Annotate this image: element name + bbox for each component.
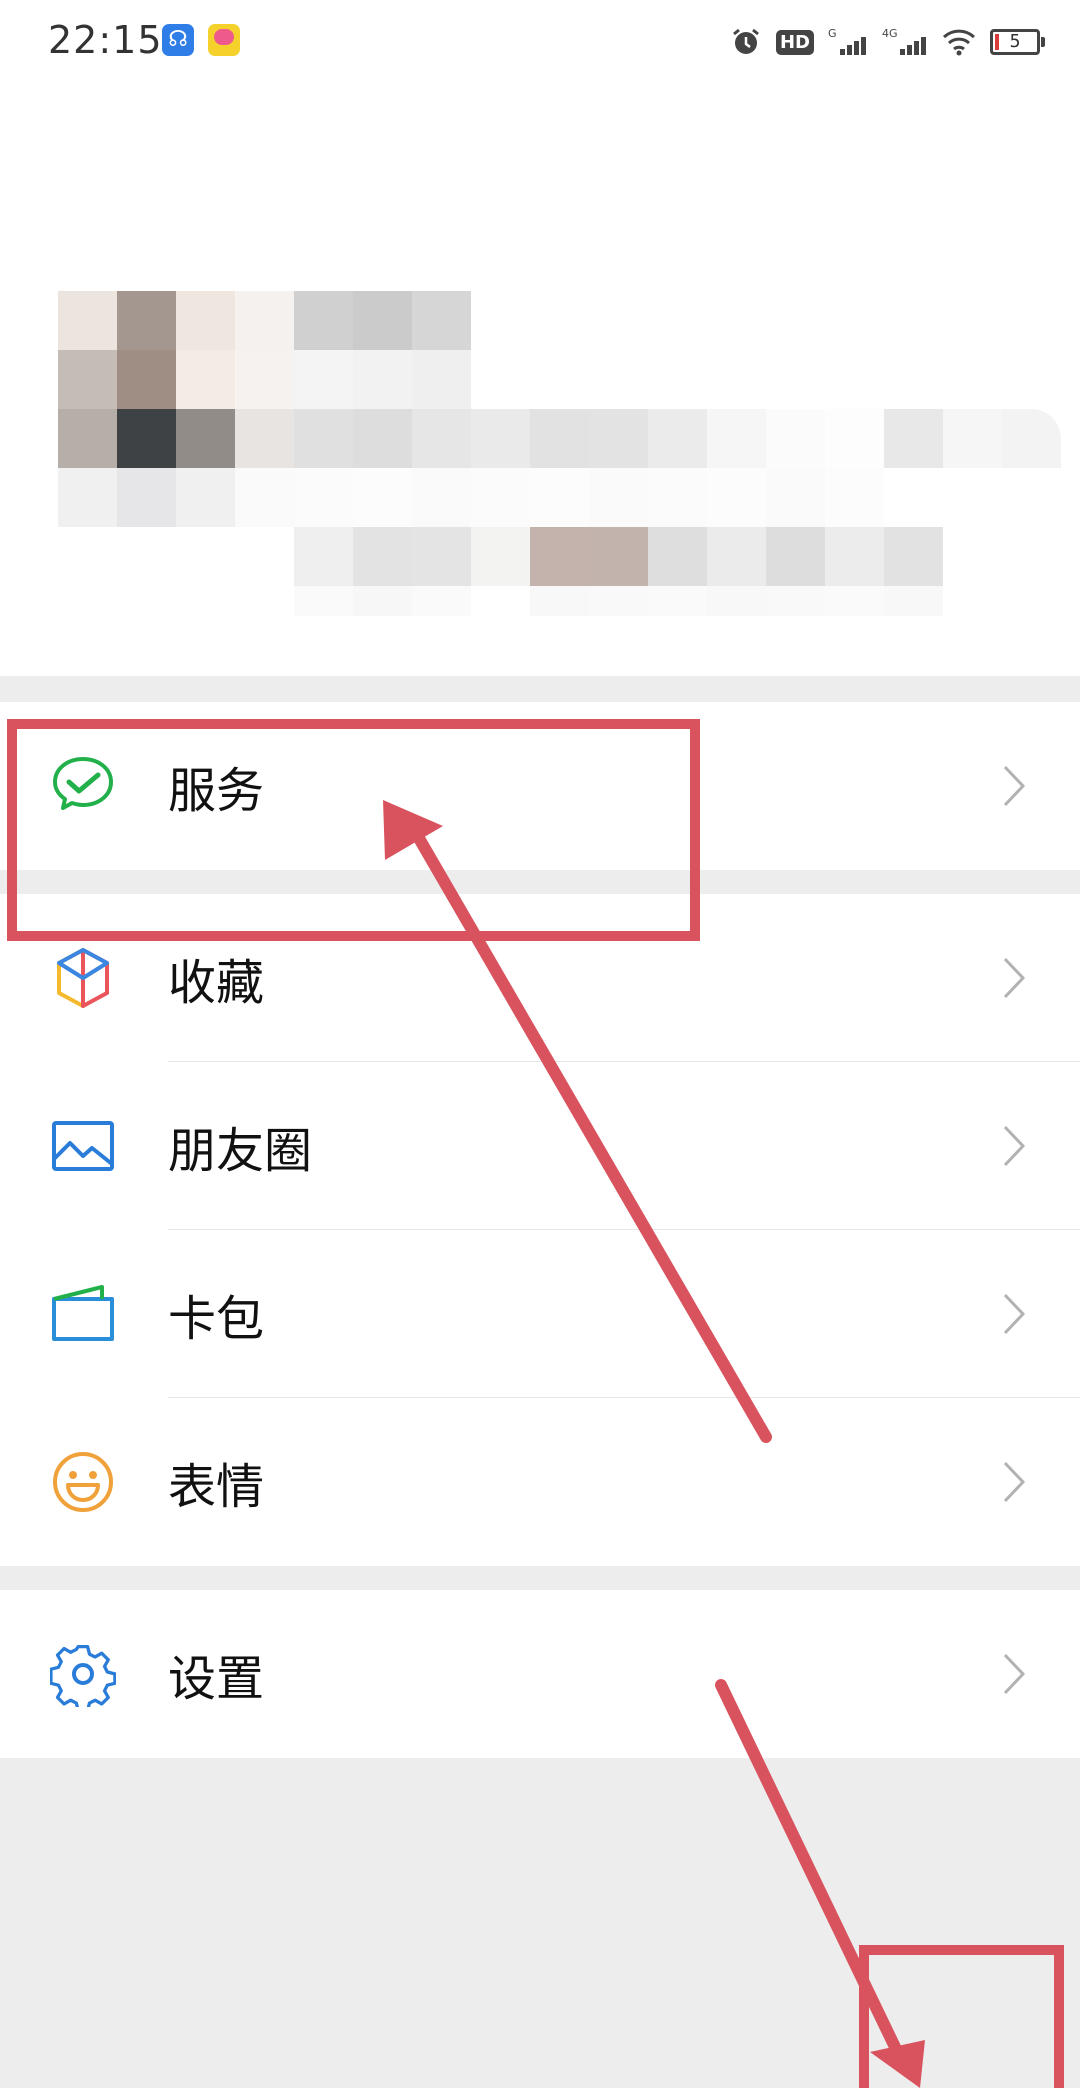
wallet-icon bbox=[50, 1281, 116, 1347]
status-icons: HD G 4G 5 bbox=[730, 20, 1045, 64]
menu-item-cards[interactable]: 卡包 bbox=[0, 1230, 1080, 1398]
gear-icon bbox=[50, 1641, 116, 1707]
menu-item-favorites[interactable]: 收藏 bbox=[0, 894, 1080, 1062]
chevron-right-icon bbox=[1002, 764, 1026, 808]
menu-label-stickers: 表情 bbox=[168, 1459, 265, 1515]
svg-text:4G: 4G bbox=[882, 27, 898, 40]
notification-icons: ☊ bbox=[162, 24, 240, 56]
settings-group: 设置 bbox=[0, 1590, 1080, 1758]
alarm-icon bbox=[733, 28, 759, 54]
menu-label-services: 服务 bbox=[168, 763, 265, 819]
menu-label-favorites: 收藏 bbox=[168, 955, 265, 1011]
picture-icon bbox=[50, 1113, 116, 1179]
services-group: 服务 bbox=[0, 702, 1080, 870]
wifi-icon bbox=[942, 29, 976, 56]
battery-level: 5 bbox=[1009, 31, 1021, 52]
signal-4g-icon: 4G bbox=[882, 27, 926, 55]
status-bar: 22:15 ☊ HD G 4G 5 bbox=[0, 0, 1080, 86]
wechat-pay-check-icon bbox=[50, 753, 116, 819]
chevron-right-icon bbox=[1002, 1460, 1026, 1504]
chevron-right-icon bbox=[1002, 1652, 1026, 1696]
app-notification-icon: ☊ bbox=[162, 24, 194, 56]
menu-label-settings: 设置 bbox=[168, 1651, 265, 1707]
smiley-icon bbox=[50, 1449, 116, 1515]
profile-header[interactable] bbox=[0, 86, 1080, 676]
app-notification-icon-2 bbox=[208, 24, 240, 56]
arrow-head-bottom bbox=[870, 2040, 925, 2088]
svg-text:G: G bbox=[828, 27, 837, 40]
main-menu-group: 收藏 朋友圈 卡包 表情 bbox=[0, 894, 1080, 1566]
menu-item-settings[interactable]: 设置 bbox=[0, 1590, 1080, 1758]
menu-item-stickers[interactable]: 表情 bbox=[0, 1398, 1080, 1566]
menu-label-cards: 卡包 bbox=[168, 1291, 265, 1347]
hd-icon: HD bbox=[775, 29, 814, 55]
chevron-right-icon bbox=[1002, 1124, 1026, 1168]
menu-item-moments[interactable]: 朋友圈 bbox=[0, 1062, 1080, 1230]
chevron-right-icon bbox=[1002, 956, 1026, 1000]
signal-icon: G bbox=[828, 27, 866, 55]
battery-icon: 5 bbox=[990, 29, 1045, 55]
cube-icon bbox=[50, 945, 116, 1011]
chevron-right-icon bbox=[1002, 1292, 1026, 1336]
menu-label-moments: 朋友圈 bbox=[168, 1123, 313, 1179]
status-time: 22:15 bbox=[48, 18, 163, 62]
menu-item-services[interactable]: 服务 bbox=[0, 702, 1080, 870]
highlight-box-bottom bbox=[859, 1945, 1064, 2088]
